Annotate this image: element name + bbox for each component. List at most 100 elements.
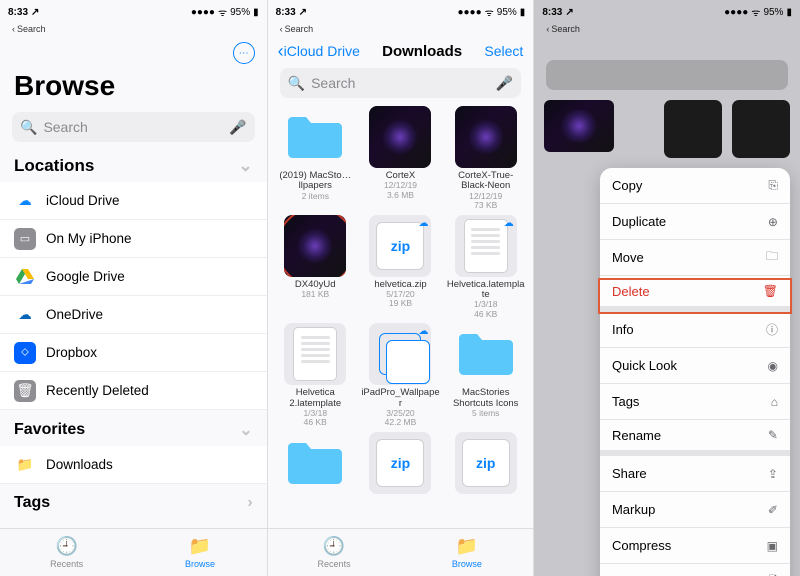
file-item[interactable]: MacStories Shortcuts Icons5 items <box>444 323 527 428</box>
menu-icon: ⓘ <box>766 321 778 338</box>
chevron-left-icon: ‹ <box>546 24 549 34</box>
trash-icon: 🗑 <box>14 380 36 402</box>
sidebar-item-icloud[interactable]: ☁iCloud Drive <box>0 182 267 220</box>
tab-recents[interactable]: 🕘Recents <box>268 529 401 576</box>
menu-item-share[interactable]: Share ⇪ <box>600 456 790 492</box>
wifi-icon: ᯤ <box>218 5 227 19</box>
tab-bar: 🕘Recents 📁Browse <box>0 528 267 576</box>
mic-icon[interactable]: 🎤 <box>496 75 513 92</box>
battery-icon: ▮ <box>786 7 792 18</box>
selected-file-preview[interactable] <box>544 100 614 152</box>
file-item[interactable]: ☁iPadPro_Wallpaper3/25/2042.2 MB <box>359 323 442 428</box>
file-item[interactable]: zip <box>359 432 442 497</box>
tab-recents[interactable]: 🕘Recents <box>0 529 133 576</box>
menu-item-markup[interactable]: Markup✐ <box>600 492 790 528</box>
dropbox-icon: ⬦ <box>14 342 36 364</box>
menu-label: Share <box>612 466 647 481</box>
file-grid: (2019) MacSto…llpapers2 itemsCorteX12/12… <box>268 98 534 505</box>
wifi-icon: ᯤ <box>485 5 494 19</box>
signal-icon: ●●●● <box>191 7 215 18</box>
file-name: Helvetica 2.latemplate <box>275 388 355 409</box>
select-button[interactable]: Select <box>484 43 523 59</box>
back-search[interactable]: ‹Search <box>0 24 267 34</box>
file-meta: 2 items <box>302 192 329 201</box>
file-item[interactable]: DX40yUd181 KB <box>274 215 357 320</box>
menu-icon: ⇪ <box>768 467 778 481</box>
menu-item-copy[interactable]: Copy ⎘ <box>600 168 790 204</box>
menu-item-duplicate[interactable]: Duplicate ⊕ <box>600 204 790 240</box>
tab-bar: 🕘Recents 📁Browse <box>268 528 534 576</box>
file-meta: 181 KB <box>301 290 329 299</box>
menu-icon: 🗑 <box>763 284 778 298</box>
cloud-icon: ☁ <box>418 326 428 337</box>
search-icon: 🔍 <box>288 75 305 92</box>
menu-icon: ⊕ <box>768 215 778 229</box>
search-input[interactable]: 🔍Search 🎤 <box>280 68 522 98</box>
file-item[interactable]: CorteX-True-Black-Neon12/12/1973 KB <box>444 106 527 211</box>
menu-item-rename[interactable]: Rename✎ <box>600 420 790 456</box>
tab-browse[interactable]: 📁Browse <box>133 529 266 576</box>
folder-icon: 📁 <box>189 536 211 557</box>
file-name: Helvetica.latemplate <box>446 280 526 301</box>
favorites-header[interactable]: Favorites⌄ <box>0 410 267 446</box>
sidebar-item-onedrive[interactable]: ☁OneDrive <box>0 296 267 334</box>
menu-label: Copy <box>612 178 642 193</box>
cloud-icon: ☁ <box>418 218 428 229</box>
sidebar-item-trash[interactable]: 🗑Recently Deleted <box>0 372 267 410</box>
chevron-left-icon: ‹ <box>12 24 15 34</box>
sidebar-item-gdrive[interactable]: Google Drive <box>0 258 267 296</box>
file-item[interactable]: zip☁helvetica.zip5/17/2019 KB <box>359 215 442 320</box>
menu-item-delete[interactable]: Delete🗑 <box>600 276 790 312</box>
menu-item-move[interactable]: Move🗀 <box>600 240 790 276</box>
gdrive-icon <box>14 266 36 288</box>
menu-item-create-pdf[interactable]: Create PDF🗎 <box>600 564 790 576</box>
menu-icon: ✎ <box>768 428 778 442</box>
status-bar: 8:33↗ ●●●●ᯤ95%▮ <box>0 0 267 24</box>
mic-icon[interactable]: 🎤 <box>229 119 246 136</box>
context-menu: Copy ⎘ Duplicate ⊕ Move🗀Delete🗑 Info ⓘ Quick Lo… <box>600 168 790 576</box>
sidebar-item-iphone[interactable]: ▭On My iPhone <box>0 220 267 258</box>
menu-item-info[interactable]: Info ⓘ <box>600 312 790 348</box>
menu-icon: ⎘ <box>768 178 778 193</box>
back-button[interactable]: ‹iCloud Drive <box>278 41 360 62</box>
chevron-down-icon: ⌄ <box>239 420 252 440</box>
file-meta: 1/3/1846 KB <box>474 300 498 319</box>
menu-item-quick-look[interactable]: Quick Look◉ <box>600 348 790 384</box>
file-meta: 5 items <box>472 409 499 418</box>
file-name: iPadPro_Wallpaper <box>360 388 440 409</box>
location-icon: ↗ <box>31 7 39 18</box>
menu-item-tags[interactable]: Tags⌂ <box>600 384 790 420</box>
file-item[interactable]: (2019) MacSto…llpapers2 items <box>274 106 357 211</box>
page-title: Browse <box>0 64 267 112</box>
file-item[interactable]: zip <box>444 432 527 497</box>
locations-header[interactable]: Locations⌄ <box>0 142 267 182</box>
clock-icon: 🕘 <box>55 536 77 557</box>
ellipsis-icon: ⋯ <box>239 48 249 59</box>
chevron-down-icon: ⌄ <box>238 156 252 176</box>
menu-icon: ◉ <box>767 359 777 373</box>
wifi-icon: ᯤ <box>751 5 760 19</box>
file-name: CorteX-True-Black-Neon <box>446 171 526 192</box>
menu-icon: ✐ <box>768 503 778 517</box>
menu-icon: ⌂ <box>771 395 778 409</box>
cloud-icon: ☁ <box>504 218 514 229</box>
tags-header[interactable]: Tags› <box>0 484 267 518</box>
back-search[interactable]: ‹Search <box>534 24 800 34</box>
sidebar-item-dropbox[interactable]: ⬦Dropbox <box>0 334 267 372</box>
menu-label: Duplicate <box>612 214 666 229</box>
menu-label: Info <box>612 322 634 337</box>
signal-icon: ●●●● <box>457 7 481 18</box>
sidebar-item-downloads[interactable]: 📁Downloads <box>0 446 267 484</box>
file-item[interactable]: Helvetica 2.latemplate1/3/1846 KB <box>274 323 357 428</box>
search-input[interactable]: 🔍Search 🎤 <box>12 112 255 142</box>
file-item[interactable]: ☁ Helvetica.latemplate1/3/1846 KB <box>444 215 527 320</box>
back-search[interactable]: ‹Search <box>268 24 534 34</box>
location-icon: ↗ <box>299 7 307 18</box>
tab-browse[interactable]: 📁Browse <box>400 529 533 576</box>
file-item[interactable]: CorteX12/12/193.6 MB <box>359 106 442 211</box>
menu-item-compress[interactable]: Compress▣ <box>600 528 790 564</box>
clock-icon: 🕘 <box>323 536 345 557</box>
file-meta: 1/3/1846 KB <box>303 409 327 428</box>
file-item[interactable] <box>274 432 357 497</box>
more-button[interactable]: ⋯ <box>233 42 255 64</box>
